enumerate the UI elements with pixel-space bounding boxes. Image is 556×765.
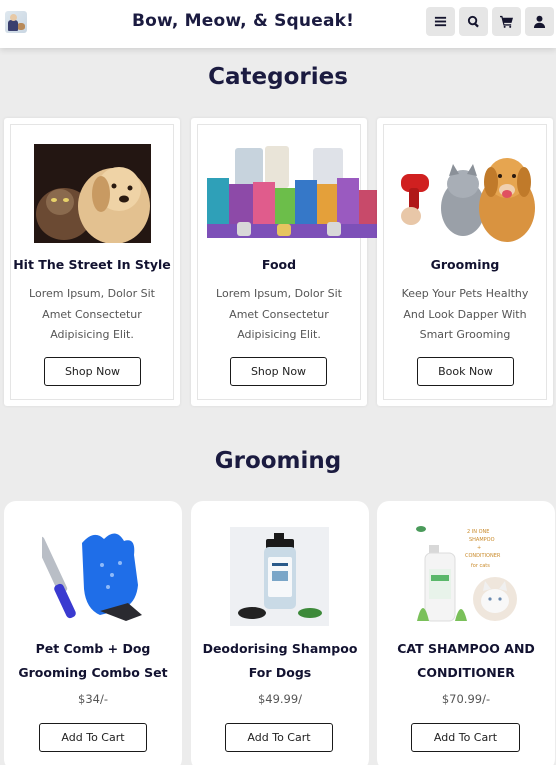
product-name: Pet Comb + Dog Grooming Combo Set	[18, 641, 168, 680]
cart-icon	[500, 15, 513, 28]
menu-button[interactable]	[426, 7, 455, 36]
svg-text:CONDITIONER: CONDITIONER	[465, 553, 501, 559]
category-name: Hit The Street In Style	[13, 257, 171, 272]
product-price: $34/-	[78, 692, 108, 706]
product-card: Deodorising Shampoo For Dogs $49.99/ Add…	[191, 501, 369, 765]
svg-text:2 IN ONE: 2 IN ONE	[467, 529, 489, 535]
add-to-cart-button[interactable]: Add To Cart	[225, 723, 333, 752]
product-image-shampoo	[230, 527, 329, 626]
menu-icon	[434, 16, 447, 27]
product-image-cat-shampoo: 2 IN ONE SHAMPOO + CONDITIONER for cats	[415, 525, 519, 627]
shop-now-button[interactable]: Shop Now	[44, 357, 141, 386]
user-icon	[533, 15, 546, 28]
product-price: $70.99/-	[441, 692, 491, 706]
add-to-cart-button[interactable]: Add To Cart	[39, 723, 147, 752]
category-description: Lorem Ipsum, Dolor Sit Amet Consectetur …	[29, 287, 155, 341]
grooming-title: Grooming	[214, 448, 342, 474]
category-image-grooming	[397, 142, 535, 243]
book-now-button[interactable]: Book Now	[417, 357, 514, 386]
user-button[interactable]	[525, 7, 554, 36]
product-image-comb	[42, 525, 146, 625]
product-name: Deodorising Shampoo For Dogs	[202, 641, 358, 680]
category-card: Food Lorem Ipsum, Dolor Sit Amet Consect…	[191, 118, 377, 406]
category-description: Lorem Ipsum, Dolor Sit Amet Consectetur …	[216, 287, 342, 341]
product-card: 2 IN ONE SHAMPOO + CONDITIONER for cats …	[377, 501, 555, 765]
product-card: Pet Comb + Dog Grooming Combo Set $34/- …	[4, 501, 182, 765]
site-header: Bow, Meow, & Squeak!	[0, 0, 556, 48]
add-to-cart-button[interactable]: Add To Cart	[411, 723, 520, 752]
category-image-dog-cat	[34, 144, 151, 243]
category-description: Keep Your Pets Healthy And Look Dapper W…	[401, 287, 529, 341]
search-button[interactable]	[459, 7, 488, 36]
site-title: Bow, Meow, & Squeak!	[132, 11, 355, 31]
category-card: Grooming Keep Your Pets Healthy And Look…	[377, 118, 553, 406]
svg-text:for cats: for cats	[471, 563, 490, 569]
product-price: $49.99/	[257, 692, 303, 706]
logo[interactable]	[5, 11, 27, 33]
category-image-food	[207, 144, 377, 243]
category-name: Grooming	[430, 257, 500, 272]
cart-button[interactable]	[492, 7, 521, 36]
product-name: CAT SHAMPOO AND CONDITIONER	[397, 641, 535, 680]
category-card: Hit The Street In Style Lorem Ipsum, Dol…	[4, 118, 180, 406]
category-name: Food	[261, 257, 297, 272]
svg-text:SHAMPOO: SHAMPOO	[469, 537, 495, 543]
shop-now-button[interactable]: Shop Now	[230, 357, 327, 386]
search-icon	[467, 15, 479, 28]
categories-title: Categories	[208, 64, 348, 90]
svg-text:+: +	[477, 545, 481, 551]
